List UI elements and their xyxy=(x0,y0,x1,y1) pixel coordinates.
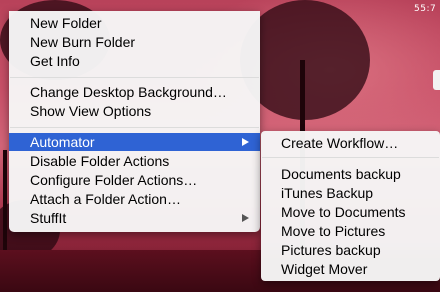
menu-item-label: Move to Documents xyxy=(281,204,406,220)
menu-item-label: iTunes Backup xyxy=(281,185,374,201)
menu-item-disable-folder-actions[interactable]: Disable Folder Actions xyxy=(9,152,260,170)
submenu-item-itunes-backup[interactable]: iTunes Backup xyxy=(261,184,440,202)
submenu-item-widget-mover[interactable]: Widget Mover xyxy=(261,260,440,278)
menu-item-label: Pictures backup xyxy=(281,242,381,258)
submenu-arrow-icon xyxy=(242,138,249,146)
menu-item-label: Get Info xyxy=(30,53,80,69)
menu-item-get-info[interactable]: Get Info xyxy=(9,52,260,70)
menu-item-configure-folder-actions[interactable]: Configure Folder Actions… xyxy=(9,171,260,189)
submenu-item-move-to-documents[interactable]: Move to Documents xyxy=(261,203,440,221)
automator-submenu: Create Workflow… Documents backup iTunes… xyxy=(261,131,440,281)
menu-item-label: StuffIt xyxy=(30,210,67,226)
window-edge xyxy=(433,70,440,90)
menu-item-label: Attach a Folder Action… xyxy=(30,191,181,207)
menu-item-attach-folder-action[interactable]: Attach a Folder Action… xyxy=(9,190,260,208)
menu-item-label: New Burn Folder xyxy=(30,34,136,50)
menu-item-label: New Folder xyxy=(30,15,102,31)
menu-item-automator[interactable]: Automator xyxy=(9,133,260,151)
menu-separator xyxy=(262,157,439,158)
menu-item-label: Create Workflow… xyxy=(281,135,399,151)
menu-item-label: Configure Folder Actions… xyxy=(30,172,198,188)
menu-item-show-view-options[interactable]: Show View Options xyxy=(9,102,260,120)
submenu-item-pictures-backup[interactable]: Pictures backup xyxy=(261,241,440,259)
menu-item-new-burn-folder[interactable]: New Burn Folder xyxy=(9,33,260,51)
submenu-item-create-workflow[interactable]: Create Workflow… xyxy=(261,134,440,152)
menu-item-label: Widget Mover xyxy=(281,261,368,277)
menubar-clock: 55:7 xyxy=(414,4,437,14)
menu-item-label: Move to Pictures xyxy=(281,223,386,239)
tree-trunk xyxy=(3,150,7,260)
menu-item-label: Documents backup xyxy=(281,166,401,182)
menu-item-new-folder[interactable]: New Folder xyxy=(9,14,260,32)
menu-item-label: Change Desktop Background… xyxy=(30,84,227,100)
desktop-context-menu: New Folder New Burn Folder Get Info Chan… xyxy=(9,11,260,232)
menu-item-label: Show View Options xyxy=(30,103,152,119)
menu-item-stuffit[interactable]: StuffIt xyxy=(9,209,260,227)
menu-item-label: Automator xyxy=(30,134,95,150)
submenu-item-move-to-pictures[interactable]: Move to Pictures xyxy=(261,222,440,240)
menu-item-label: Disable Folder Actions xyxy=(30,153,170,169)
menu-item-change-desktop-background[interactable]: Change Desktop Background… xyxy=(9,83,260,101)
menu-separator xyxy=(10,127,259,128)
menu-separator xyxy=(10,77,259,78)
submenu-item-documents-backup[interactable]: Documents backup xyxy=(261,165,440,183)
submenu-arrow-icon xyxy=(242,214,249,222)
